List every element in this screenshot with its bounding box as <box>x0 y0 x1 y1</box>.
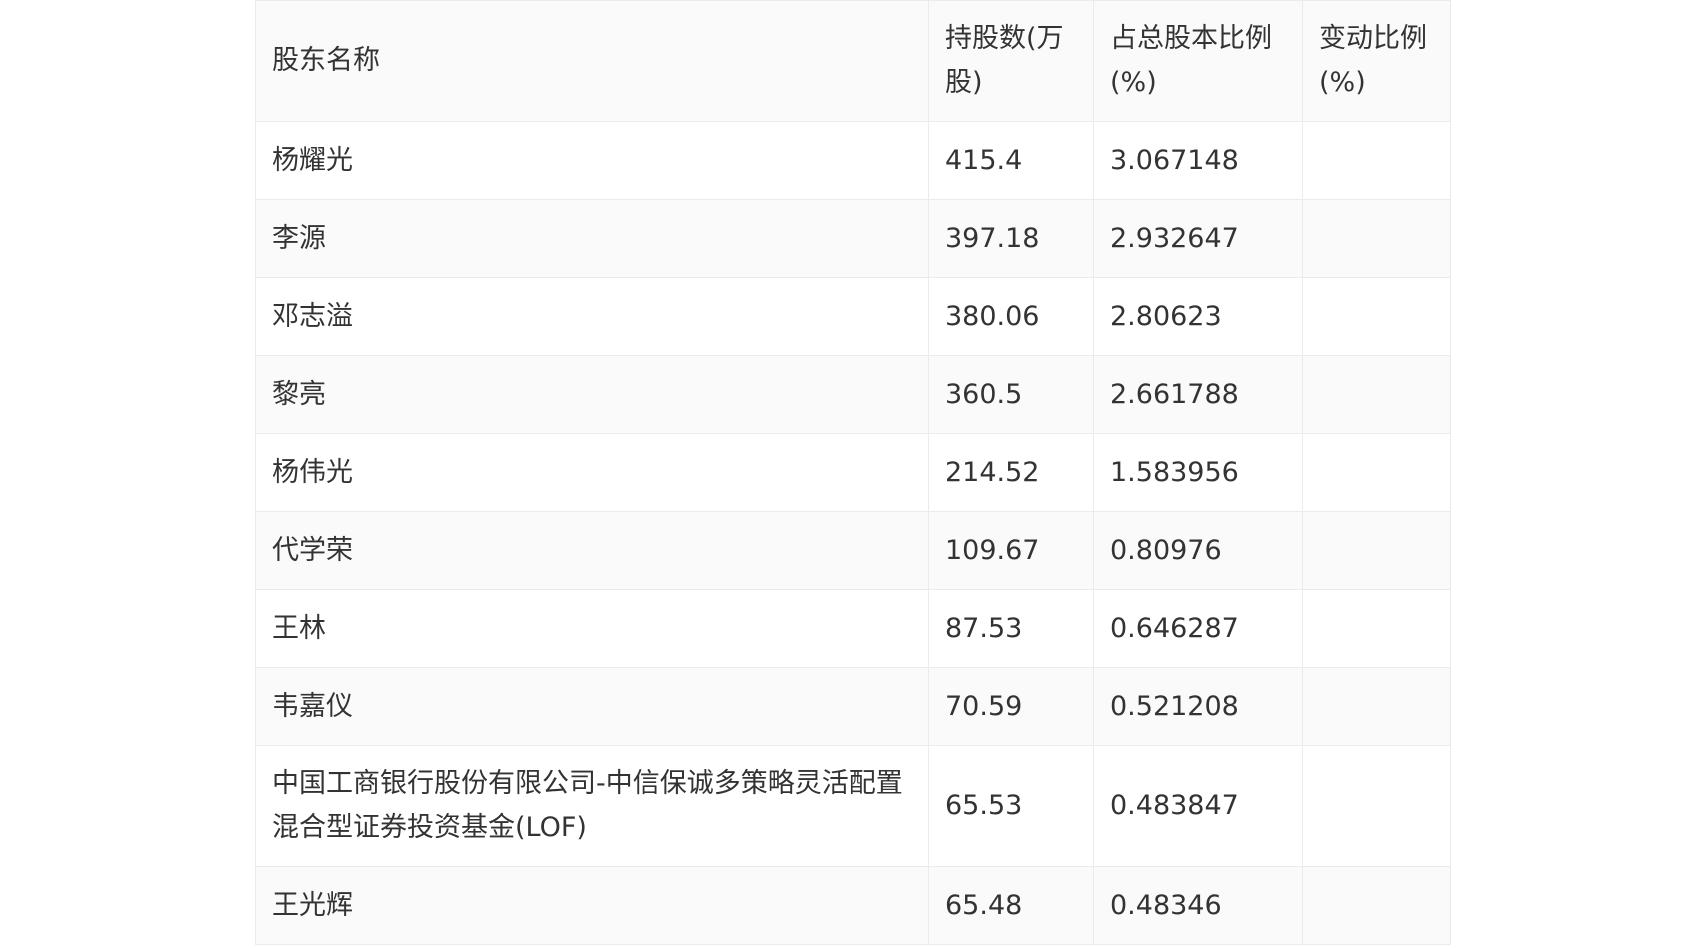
cell-change-ratio <box>1302 866 1451 945</box>
cell-share-ratio: 3.067148 <box>1093 121 1303 200</box>
cell-share-count: 415.4 <box>928 121 1094 200</box>
cell-shareholder-name: 杨耀光 <box>255 121 929 200</box>
table-row: 邓志溢 380.06 2.80623 <box>255 277 1451 356</box>
cell-share-ratio: 0.646287 <box>1093 589 1303 668</box>
cell-change-ratio <box>1302 589 1451 668</box>
cell-share-ratio: 0.48346 <box>1093 866 1303 945</box>
cell-shareholder-name: 中国工商银行股份有限公司-中信保诚多策略灵活配置混合型证券投资基金(LOF) <box>255 745 929 867</box>
cell-change-ratio <box>1302 745 1451 867</box>
table-row: 韦嘉仪 70.59 0.521208 <box>255 667 1451 746</box>
cell-share-count: 360.5 <box>928 355 1094 434</box>
table-row: 杨伟光 214.52 1.583956 <box>255 433 1451 512</box>
cell-share-ratio: 0.521208 <box>1093 667 1303 746</box>
cell-share-ratio: 0.483847 <box>1093 745 1303 867</box>
cell-share-count: 380.06 <box>928 277 1094 356</box>
cell-shareholder-name: 邓志溢 <box>255 277 929 356</box>
cell-shareholder-name: 杨伟光 <box>255 433 929 512</box>
table-row: 中国工商银行股份有限公司-中信保诚多策略灵活配置混合型证券投资基金(LOF) 6… <box>255 745 1451 867</box>
cell-shareholder-name: 韦嘉仪 <box>255 667 929 746</box>
cell-shareholder-name: 黎亮 <box>255 355 929 434</box>
cell-share-count: 109.67 <box>928 511 1094 590</box>
cell-share-count: 65.48 <box>928 866 1094 945</box>
cell-shareholder-name: 李源 <box>255 199 929 278</box>
cell-share-count: 65.53 <box>928 745 1094 867</box>
header-share-count: 持股数(万股) <box>928 0 1094 122</box>
header-shareholder-name: 股东名称 <box>255 0 929 122</box>
cell-change-ratio <box>1302 667 1451 746</box>
cell-share-ratio: 2.80623 <box>1093 277 1303 356</box>
header-share-ratio: 占总股本比例(%) <box>1093 0 1303 122</box>
cell-share-count: 87.53 <box>928 589 1094 668</box>
cell-share-ratio: 2.661788 <box>1093 355 1303 434</box>
table-row: 王林 87.53 0.646287 <box>255 589 1451 668</box>
table-row: 黎亮 360.5 2.661788 <box>255 355 1451 434</box>
cell-change-ratio <box>1302 121 1451 200</box>
cell-shareholder-name: 代学荣 <box>255 511 929 590</box>
cell-change-ratio <box>1302 433 1451 512</box>
cell-share-count: 397.18 <box>928 199 1094 278</box>
cell-share-ratio: 2.932647 <box>1093 199 1303 278</box>
table-row: 李源 397.18 2.932647 <box>255 199 1451 278</box>
cell-shareholder-name: 王林 <box>255 589 929 668</box>
table-row: 杨耀光 415.4 3.067148 <box>255 121 1451 200</box>
cell-change-ratio <box>1302 277 1451 356</box>
cell-share-ratio: 1.583956 <box>1093 433 1303 512</box>
cell-share-count: 70.59 <box>928 667 1094 746</box>
shareholder-table: 股东名称 持股数(万股) 占总股本比例(%) 变动比例(%) 杨耀光 415.4… <box>255 0 1451 945</box>
table-header-row: 股东名称 持股数(万股) 占总股本比例(%) 变动比例(%) <box>255 0 1451 122</box>
cell-change-ratio <box>1302 511 1451 590</box>
table-row: 代学荣 109.67 0.80976 <box>255 511 1451 590</box>
shareholder-table-container: 股东名称 持股数(万股) 占总股本比例(%) 变动比例(%) 杨耀光 415.4… <box>255 0 1451 945</box>
cell-share-ratio: 0.80976 <box>1093 511 1303 590</box>
cell-change-ratio <box>1302 199 1451 278</box>
header-change-ratio: 变动比例(%) <box>1302 0 1451 122</box>
cell-change-ratio <box>1302 355 1451 434</box>
cell-shareholder-name: 王光辉 <box>255 866 929 945</box>
cell-share-count: 214.52 <box>928 433 1094 512</box>
table-row: 王光辉 65.48 0.48346 <box>255 866 1451 945</box>
